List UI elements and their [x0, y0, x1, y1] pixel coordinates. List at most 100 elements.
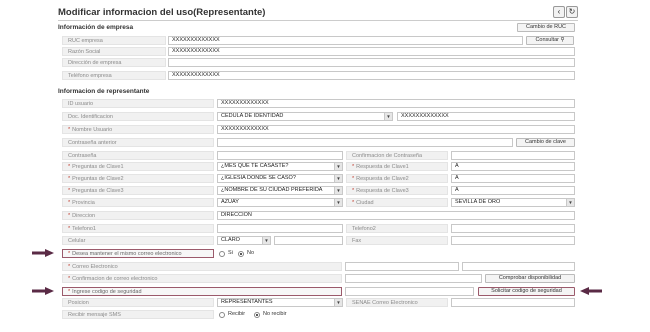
respuesta1-text: Respuesta de Clave1	[356, 164, 409, 170]
required-mark: *	[68, 251, 71, 257]
razon-label: Razón Social	[62, 47, 166, 56]
provincia-label: * Provincia	[62, 198, 214, 207]
doc-identificacion-label: Doc. Identificacion	[62, 112, 214, 121]
required-mark: *	[68, 188, 71, 194]
direccion-label: * Direccion	[62, 211, 214, 220]
codigo-field[interactable]	[345, 287, 474, 296]
cambio-clave-button[interactable]: Cambio de clave	[516, 138, 575, 147]
required-mark: *	[68, 289, 71, 295]
posicion-label: Posicion	[62, 298, 214, 307]
title-divider	[58, 20, 578, 21]
respuesta1-field[interactable]: A	[451, 162, 575, 171]
telefono2-field[interactable]	[451, 224, 575, 233]
contrasena-field[interactable]	[217, 151, 343, 160]
si-label: Si	[228, 250, 233, 256]
mismo-correo-text: Desea mantener el mismo correo electroni…	[72, 251, 182, 257]
doc-type-select[interactable]: CEDULA DE IDENTIDAD ▼	[217, 112, 393, 121]
mismo-correo-label: * Desea mantener el mismo correo electron…	[62, 249, 214, 258]
pregunta3-label: * Preguntas de Clave3	[62, 186, 214, 195]
pregunta1-value: ¿MES QUE TE CASASTE?	[221, 163, 289, 169]
required-mark: *	[68, 226, 71, 232]
contrasena-anterior-field[interactable]	[217, 138, 513, 147]
no-recibir-label: No recibir	[263, 311, 287, 317]
codigo-text: Ingrese codigo de seguridad	[72, 289, 142, 295]
ciudad-label: * Ciudad	[346, 198, 448, 207]
confirm-correo-label: * Confirmacion de correo electronico	[62, 274, 342, 283]
required-mark: *	[68, 127, 71, 133]
refresh-icon[interactable]: ↻	[566, 6, 578, 18]
nombre-usuario-text: Nombre Usuario	[72, 127, 113, 133]
celular-operator-value: CLARO	[221, 237, 240, 243]
razon-field[interactable]: XXXXXXXXXXXXX	[168, 47, 575, 56]
fax-field[interactable]	[451, 236, 575, 245]
provincia-select[interactable]: AZUAY ▼	[217, 198, 343, 207]
required-mark: *	[352, 164, 355, 170]
sms-label: Recibir mensaje SMS	[62, 310, 214, 319]
posicion-select[interactable]: REPRESENTANTES ▼	[217, 298, 343, 307]
provincia-text: Provincia	[72, 200, 95, 206]
required-mark: *	[68, 164, 71, 170]
respuesta3-field[interactable]: A	[451, 186, 575, 195]
required-mark: *	[352, 176, 355, 182]
recibir-label: Recibir	[228, 311, 246, 317]
telefono1-field[interactable]	[217, 224, 343, 233]
required-mark: *	[68, 200, 71, 206]
change-ruc-button[interactable]: Cambio de RUC	[517, 23, 575, 32]
pregunta1-select[interactable]: ¿MES QUE TE CASASTE? ▼	[217, 162, 343, 171]
confirmacion-contrasena-field[interactable]	[451, 151, 575, 160]
correo-user-field[interactable]	[345, 262, 459, 271]
comprobar-button[interactable]: Comprobar disponibilidad	[485, 274, 575, 283]
pregunta2-select[interactable]: ¿IGLESIA DONDE SE CASO? ▼	[217, 174, 343, 183]
direccion-empresa-field[interactable]	[168, 58, 575, 67]
search-icon: ⚲	[560, 37, 565, 43]
telefono-empresa-label: Teléfono empresa	[62, 71, 166, 80]
senae-field[interactable]	[451, 298, 575, 307]
sms-recibir-radio[interactable]	[219, 312, 225, 318]
mismo-correo-no-radio[interactable]	[238, 251, 244, 257]
chevron-down-icon: ▼	[334, 199, 342, 206]
ciudad-value: SEVILLA DE ORO	[455, 199, 501, 205]
correo-domain-field[interactable]	[462, 262, 575, 271]
direccion-field[interactable]: DIRECCION	[217, 211, 575, 220]
sms-no-recibir-radio[interactable]	[254, 312, 260, 318]
required-mark: *	[68, 276, 71, 282]
celular-label: Celular	[62, 236, 214, 245]
required-mark: *	[352, 188, 355, 194]
respuesta3-text: Respuesta de Clave3	[356, 188, 409, 194]
back-icon[interactable]: ‹	[553, 6, 565, 18]
pregunta3-value: ¿NOMBRE DE SU CIUDAD PREFERIDA	[221, 187, 323, 193]
telefono1-text: Telefono1	[72, 226, 96, 232]
id-usuario-label: ID usuario	[62, 99, 214, 108]
chevron-down-icon: ▼	[262, 237, 270, 244]
celular-field[interactable]	[274, 236, 343, 245]
consultar-button[interactable]: Consultar ⚲	[526, 36, 574, 45]
direccion-text: Direccion	[72, 213, 96, 219]
pregunta3-select[interactable]: ¿NOMBRE DE SU CIUDAD PREFERIDA ▼	[217, 186, 343, 195]
confirmacion-contrasena-label: Confirmacion de Contraseña	[346, 151, 448, 160]
codigo-label: * Ingrese codigo de seguridad	[62, 287, 342, 296]
mismo-correo-si-radio[interactable]	[219, 251, 225, 257]
chevron-down-icon: ▼	[334, 163, 342, 170]
ciudad-select[interactable]: SEVILLA DE ORO ▼	[451, 198, 575, 207]
empresa-section-title: Información de empresa	[58, 24, 134, 31]
solicitar-codigo-button[interactable]: Solicitar codigo de seguridad	[478, 287, 575, 296]
no-label: No	[247, 250, 255, 256]
ruc-field[interactable]: XXXXXXXXXXXXX	[168, 36, 523, 45]
required-mark: *	[352, 200, 355, 206]
provincia-value: AZUAY	[221, 199, 239, 205]
fax-label: Fax	[346, 236, 448, 245]
pregunta2-text: Preguntas de Clave2	[72, 176, 124, 182]
chevron-down-icon: ▼	[334, 175, 342, 182]
respuesta2-field[interactable]: A	[451, 174, 575, 183]
celular-operator-select[interactable]: CLARO ▼	[217, 236, 271, 245]
telefono-empresa-field[interactable]: XXXXXXXXXXXXX	[168, 71, 575, 80]
pregunta2-value: ¿IGLESIA DONDE SE CASO?	[221, 175, 296, 181]
confirm-correo-field[interactable]	[345, 274, 482, 283]
respuesta1-label: * Respuesta de Clave1	[346, 162, 448, 171]
nombre-usuario-field[interactable]: XXXXXXXXXXXXX	[217, 125, 575, 134]
doc-number-field[interactable]: XXXXXXXXXXXXX	[397, 112, 575, 121]
id-usuario-field[interactable]: XXXXXXXXXXXXX	[217, 99, 575, 108]
respuesta3-label: * Respuesta de Clave3	[346, 186, 448, 195]
nombre-usuario-label: * Nombre Usuario	[62, 125, 214, 134]
chevron-down-icon: ▼	[334, 299, 342, 306]
